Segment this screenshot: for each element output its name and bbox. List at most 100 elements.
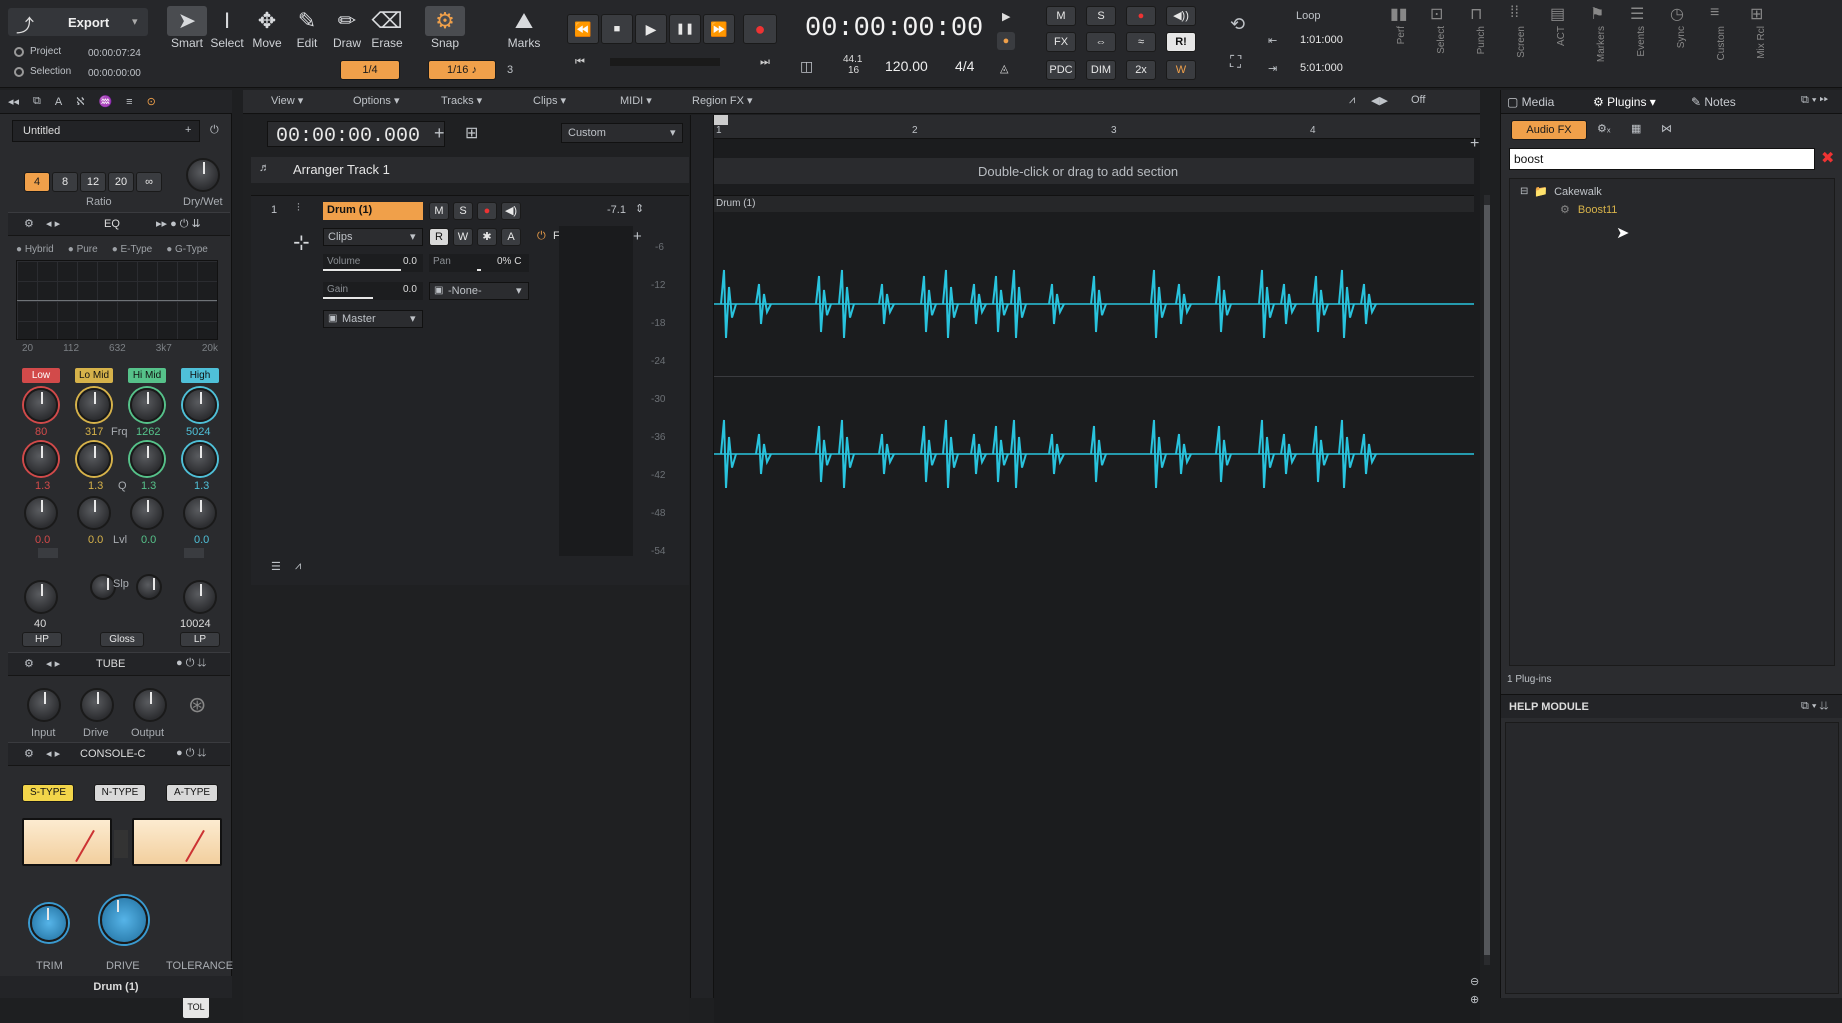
track-name-field[interactable]: Untitled +	[12, 120, 200, 142]
input-echo-button[interactable]: ◀))	[1166, 6, 1196, 26]
himid-level-knob[interactable]	[130, 496, 164, 530]
track-header[interactable]: 1 ⫶ Drum (1) M S ● ◀) -7.1 ⇕ ⊹ Clips ▾ R…	[251, 195, 689, 585]
tree-folder-cakewalk[interactable]: ⊟ 📁 Cakewalk	[1520, 185, 1602, 199]
automation-write-button[interactable]: W	[453, 228, 473, 246]
metronome-icon[interactable]: ◬	[1000, 62, 1008, 75]
snap-resolution[interactable]: 1/4	[340, 60, 400, 80]
insert-icon[interactable]: ⊞	[465, 123, 478, 143]
smart-tool-button[interactable]: ➤ Smart	[167, 6, 207, 50]
eq-graph[interactable]	[16, 260, 218, 340]
snap-button[interactable]: ⚙ Snap	[425, 6, 465, 50]
fx-controls-icon[interactable]: ● ⏻ ⇊	[176, 747, 206, 760]
audio-clip[interactable]: Drum (1)	[714, 195, 1474, 585]
gain-slider[interactable]: Gain 0.0	[323, 282, 423, 300]
record-arm-all-button[interactable]: ●	[1126, 6, 1156, 26]
eq-mode-etype[interactable]: ● E-Type	[112, 244, 153, 255]
marks-button[interactable]: ⛰ Marks	[504, 6, 544, 50]
zoom-out-icon[interactable]: ⊖	[1470, 975, 1479, 988]
track-layout-icon[interactable]: ☰	[271, 560, 281, 573]
fx-controls-icon[interactable]: ● ⏻ ⇊	[176, 657, 206, 670]
meter-mode-switch[interactable]	[114, 830, 128, 858]
track-mute-button[interactable]: M	[429, 202, 449, 220]
fx-power-icon[interactable]: ⏻	[537, 230, 546, 243]
position-slider[interactable]: ⏮ ⏭	[575, 56, 775, 70]
automation-icon[interactable]: ≈	[1126, 32, 1156, 52]
oversample-button[interactable]: 2x	[1126, 60, 1156, 80]
high-freq-knob[interactable]	[183, 388, 217, 422]
dry-wet-knob[interactable]	[186, 158, 220, 192]
tab-notes[interactable]: ✎ Notes	[1691, 91, 1736, 113]
tempo[interactable]: 120.00	[885, 58, 928, 74]
plugin-search-input[interactable]	[1509, 148, 1815, 170]
module-act[interactable]: ▤ ACT	[1542, 4, 1578, 84]
tab-media[interactable]: ▢ Media	[1507, 91, 1554, 113]
menu-options[interactable]: Options ▾	[353, 94, 400, 107]
edit-tool-button[interactable]: ✎ Edit	[287, 6, 327, 50]
add-track-icon[interactable]: +	[434, 123, 445, 144]
read-all-button[interactable]: R!	[1166, 32, 1196, 52]
pdc-button[interactable]: PDC	[1046, 60, 1076, 80]
menu-tracks[interactable]: Tracks ▾	[441, 94, 482, 107]
time-signature[interactable]: 4/4	[955, 58, 974, 74]
volume-slider[interactable]: Volume 0.0	[323, 254, 423, 272]
loop-end[interactable]: 5:01:000	[1300, 62, 1343, 74]
record-mode-icon[interactable]: ●	[997, 32, 1015, 50]
hp-button[interactable]: HP	[22, 632, 62, 647]
module-punch[interactable]: ⊓ Punch	[1462, 4, 1498, 84]
window-controls-icon[interactable]: ⧉ ▾ ▸▸	[1801, 94, 1828, 107]
band-high-button[interactable]: High	[181, 368, 219, 383]
dim-button[interactable]: DIM	[1086, 60, 1116, 80]
himid-q-knob[interactable]	[130, 442, 164, 476]
module-events[interactable]: ☰ Events	[1622, 4, 1658, 84]
loop-start[interactable]: 1:01:000	[1300, 34, 1343, 46]
track-record-button[interactable]: ●	[477, 202, 497, 220]
eq-mode-hybrid[interactable]: ● Hybrid	[16, 244, 54, 255]
low-level-knob[interactable]	[24, 496, 58, 530]
collapse-icon[interactable]: ◂◂	[8, 95, 19, 108]
band-lomid-button[interactable]: Lo Mid	[75, 368, 113, 383]
clips-pane-icon[interactable]: ⧉	[33, 95, 41, 108]
module-screen[interactable]: ⁞⁞ Screen	[1502, 4, 1538, 84]
fx-controls-icon[interactable]: ▸▸ ● ⏻ ⇊	[156, 217, 201, 231]
track-time-display[interactable]: 00:00:00.000	[267, 121, 445, 148]
envelope-read-icon[interactable]: ⇔	[1086, 32, 1116, 52]
ratio-20-button[interactable]: 20	[108, 172, 134, 192]
high-q-knob[interactable]	[183, 442, 217, 476]
input-select[interactable]: ▣ -None- ▾	[429, 282, 529, 300]
track-solo-button[interactable]: S	[453, 202, 473, 220]
ratio-12-button[interactable]: 12	[80, 172, 106, 192]
eq-mode-pure[interactable]: ● Pure	[68, 244, 98, 255]
trim-knob[interactable]	[30, 904, 68, 942]
aim-assist-icon[interactable]: ◀▶	[1371, 94, 1388, 107]
module-select[interactable]: ⊡ Select	[1422, 4, 1458, 84]
prev-preset-icon[interactable]: ◂ ▸	[46, 747, 60, 760]
lomid-q-knob[interactable]	[77, 442, 111, 476]
tuner-icon[interactable]: ℵ	[76, 95, 84, 108]
ratio-8-button[interactable]: 8	[52, 172, 78, 192]
grid-resolution[interactable]: 1/16 ♪	[428, 60, 496, 80]
vertical-scrollbar[interactable]	[1484, 195, 1490, 965]
low-freq-knob[interactable]	[24, 388, 58, 422]
fast-forward-button[interactable]: ⏩	[703, 14, 735, 44]
tolerance-button[interactable]: TOL	[183, 996, 209, 1018]
play-button[interactable]: ▶	[635, 14, 667, 44]
track-input-echo-button[interactable]: ◀)	[501, 202, 521, 220]
himid-freq-knob[interactable]	[130, 388, 164, 422]
tab-plugins[interactable]: ⚙ Plugins ▾	[1593, 91, 1656, 113]
write-all-button[interactable]: W	[1166, 60, 1196, 80]
fit-loop-icon[interactable]: ⛶	[1230, 54, 1241, 72]
prev-preset-icon[interactable]: ◂ ▸	[46, 217, 60, 230]
drive-knob[interactable]	[100, 896, 148, 944]
arranger-track-header[interactable]: ♬ Arranger Track 1	[251, 157, 689, 183]
archive-button[interactable]: A	[501, 228, 521, 246]
arranger-lane[interactable]: Double-click or drag to add section	[714, 158, 1474, 184]
tube-output-knob[interactable]	[133, 688, 167, 722]
low-q-knob[interactable]	[24, 442, 58, 476]
play-small-icon[interactable]: ▶	[1002, 10, 1010, 23]
band-low-button[interactable]: Low	[22, 368, 60, 383]
s-type-button[interactable]: S-TYPE	[22, 784, 74, 802]
export-button[interactable]: ⤴ Export ▾	[8, 8, 148, 36]
stop-button[interactable]: ■	[601, 14, 633, 44]
selection-radio[interactable]: Selection	[14, 66, 71, 77]
n-type-button[interactable]: N-TYPE	[94, 784, 146, 802]
